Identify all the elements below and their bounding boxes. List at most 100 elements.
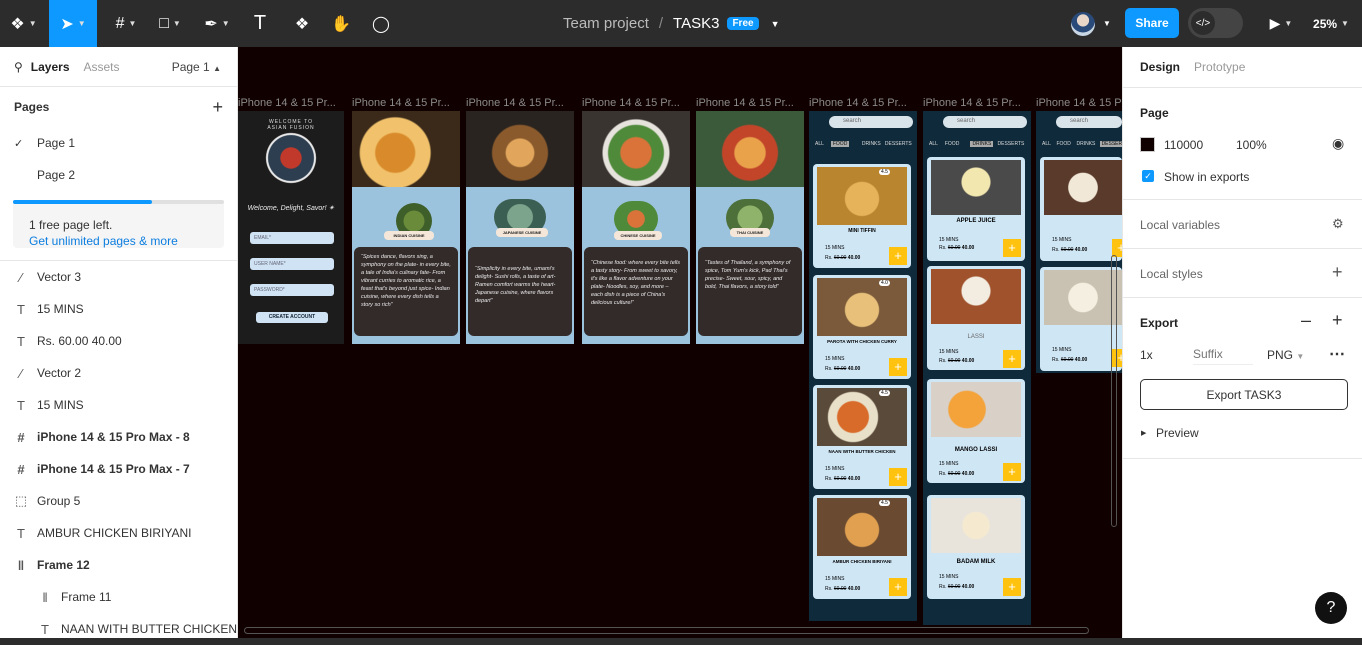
- help-button[interactable]: ?: [1315, 592, 1347, 624]
- upgrade-link[interactable]: Get unlimited pages & more: [29, 234, 178, 248]
- frame-label[interactable]: iPhone 14 & 15 Pr...: [696, 97, 804, 109]
- username-field[interactable]: USER NAME*: [250, 258, 334, 270]
- tab-desserts[interactable]: DESSERTS: [885, 141, 912, 147]
- layer-row[interactable]: ‖ Frame 12: [0, 549, 238, 581]
- tab-all[interactable]: ALL: [1042, 141, 1051, 147]
- figma-menu-button[interactable]: ❖ ▼: [0, 0, 47, 47]
- tab-drinks[interactable]: DRINKS: [970, 141, 994, 147]
- frame-label[interactable]: iPhone 14 & 15 Pr...: [809, 97, 917, 109]
- food-card[interactable]: 4.5 MINI TIFFIN 15 MINS Rs. 60.00 40.00 …: [813, 164, 911, 268]
- export-format-select[interactable]: PNG ▼: [1267, 348, 1304, 362]
- indian-cuisine-frame[interactable]: INDIAN CUISINE “Spices dance, flavors si…: [352, 111, 460, 344]
- frame-label[interactable]: iPhone 14 & 15 Pr...: [466, 97, 574, 109]
- password-field[interactable]: PASSWORD*: [250, 284, 334, 296]
- background-hex[interactable]: 110000: [1164, 138, 1203, 152]
- search-input[interactable]: search: [943, 116, 1027, 128]
- shape-tool-button[interactable]: □ ▼: [150, 0, 190, 47]
- zoom-menu[interactable]: 25% ▼: [1308, 0, 1354, 47]
- tab-design[interactable]: Design: [1140, 60, 1180, 74]
- page-item-2[interactable]: Page 2: [0, 159, 237, 191]
- background-opacity[interactable]: 100%: [1236, 138, 1267, 152]
- tab-prototype[interactable]: Prototype: [1194, 60, 1245, 74]
- chinese-cuisine-frame[interactable]: CHINESE CUISINE “Chinese food: where eve…: [582, 111, 690, 344]
- chevron-down-icon[interactable]: ▼: [771, 19, 780, 29]
- tab-assets[interactable]: Assets: [84, 60, 120, 74]
- drink-card[interactable]: MANGO LASSI 15 MINS Rs. 60.00 40.00 +: [927, 379, 1025, 483]
- layer-row[interactable]: ∕ Vector 3: [0, 261, 238, 293]
- tab-food[interactable]: FOOD: [1056, 141, 1070, 147]
- layer-row[interactable]: # iPhone 14 & 15 Pro Max - 8: [0, 421, 238, 453]
- add-to-cart-button[interactable]: +: [1003, 578, 1021, 596]
- add-page-icon[interactable]: +: [212, 97, 223, 118]
- layer-row[interactable]: T 15 MINS: [0, 389, 238, 421]
- add-to-cart-button[interactable]: +: [889, 578, 907, 596]
- add-to-cart-button[interactable]: +: [1003, 239, 1021, 257]
- canvas-horizontal-scrollbar[interactable]: [244, 627, 1089, 634]
- team-project-link[interactable]: Team project: [563, 15, 649, 32]
- frame-label[interactable]: iPhone 14 & 15 Pr...: [238, 97, 342, 109]
- layer-row[interactable]: ∕ Vector 2: [0, 357, 238, 389]
- add-style-icon[interactable]: +: [1332, 262, 1343, 283]
- food-menu-frame[interactable]: search ALL FOOD DRINKS DESSERTS 4.5 MINI…: [809, 111, 917, 621]
- tab-food[interactable]: FOOD: [945, 141, 959, 147]
- add-to-cart-button[interactable]: +: [889, 468, 907, 486]
- drinks-menu-frame[interactable]: search ALL FOOD DRINKS DESSERTS APPLE JU…: [923, 111, 1031, 625]
- add-to-cart-button[interactable]: +: [1003, 463, 1021, 481]
- preview-toggle[interactable]: Preview: [1156, 426, 1199, 440]
- layer-row[interactable]: T AMBUR CHICKEN BIRIYANI: [0, 517, 238, 549]
- checkbox-checked-icon[interactable]: ✓: [1142, 170, 1154, 182]
- resources-button[interactable]: ❖: [287, 0, 317, 47]
- search-input[interactable]: search: [829, 116, 913, 128]
- thai-cuisine-frame[interactable]: THAI CUISINE “Tastes of Thailand, a symp…: [696, 111, 804, 344]
- export-suffix-input[interactable]: [1193, 343, 1253, 365]
- frame-label[interactable]: iPhone 14 & 15 Pr...: [582, 97, 690, 109]
- drink-card[interactable]: APPLE JUICE 15 MINS Rs. 60.00 40.00 +: [927, 157, 1025, 261]
- add-to-cart-button[interactable]: +: [1003, 350, 1021, 368]
- export-scale[interactable]: 1x: [1140, 348, 1153, 362]
- present-button[interactable]: ▶ ▼: [1262, 0, 1300, 47]
- create-account-button[interactable]: CREATE ACCOUNT: [256, 312, 328, 323]
- layer-row[interactable]: # iPhone 14 & 15 Pro Max - 7: [0, 453, 238, 485]
- layer-row[interactable]: T NAAN WITH BUTTER CHICKEN: [0, 613, 238, 645]
- local-styles-section[interactable]: Local styles +: [1123, 249, 1362, 298]
- layer-row[interactable]: ⬚ Group 5: [0, 485, 238, 517]
- comment-tool-button[interactable]: ◯: [366, 0, 396, 47]
- plan-badge[interactable]: Free: [727, 17, 759, 30]
- dev-mode-toggle[interactable]: </>: [1188, 8, 1243, 38]
- eye-icon[interactable]: ◉: [1332, 135, 1344, 152]
- more-options-icon[interactable]: ⋯: [1329, 344, 1345, 364]
- dessert-card[interactable]: 15 MINS Rs. 60.00 40.00 +: [1040, 267, 1122, 371]
- frame-label[interactable]: iPhone 14 & 15 Pr...: [923, 97, 1031, 109]
- page-selector[interactable]: Page 1 ▲: [172, 60, 221, 74]
- move-tool-button[interactable]: ➤ ▼: [49, 0, 97, 47]
- food-card[interactable]: 4.5 NAAN WITH BUTTER CHICKEN 15 MINS Rs.…: [813, 385, 911, 489]
- tab-food[interactable]: FOOD: [830, 141, 850, 147]
- japanese-cuisine-frame[interactable]: JAPANESE CUISINE “Simplicity in every bi…: [466, 111, 574, 344]
- layer-row[interactable]: ‖ Frame 11: [0, 581, 238, 613]
- food-card[interactable]: 4.5 AMBUR CHICKEN BIRIYANI 15 MINS Rs. 6…: [813, 495, 911, 599]
- tab-desserts[interactable]: DESSERTS: [998, 141, 1025, 147]
- tab-desserts[interactable]: DESSERTS: [1099, 141, 1122, 147]
- pen-tool-button[interactable]: ✒ ▼: [196, 0, 238, 47]
- local-variables-section[interactable]: Local variables ⚙: [1123, 200, 1362, 249]
- drink-card[interactable]: LASSI 15 MINS Rs. 60.00 40.00 +: [927, 266, 1025, 370]
- desserts-menu-frame[interactable]: search ALL FOOD DRINKS DESSERTS 15 MINS …: [1036, 111, 1122, 373]
- user-avatar[interactable]: [1071, 12, 1095, 36]
- tab-all[interactable]: ALL: [929, 141, 938, 147]
- food-card[interactable]: 4.0 PAROTA WITH CHICKEN CURRY 15 MINS Rs…: [813, 275, 911, 379]
- caret-right-icon[interactable]: ▶: [1141, 429, 1146, 437]
- add-to-cart-button[interactable]: +: [889, 358, 907, 376]
- layer-row[interactable]: T Rs. 60.00 40.00: [0, 325, 238, 357]
- add-to-cart-button[interactable]: +: [889, 247, 907, 265]
- search-icon[interactable]: ⚲: [14, 60, 23, 74]
- frame-label[interactable]: iPhone 14 & 15 Pr...: [352, 97, 460, 109]
- remove-export-icon[interactable]: –: [1301, 310, 1311, 331]
- frame-label[interactable]: iPhone 14 & 15 Pr...: [1036, 97, 1122, 109]
- drink-card[interactable]: BADAM MILK 15 MINS Rs. 60.00 40.00 +: [927, 495, 1025, 599]
- design-canvas[interactable]: iPhone 14 & 15 Pr... iPhone 14 & 15 Pr..…: [238, 47, 1122, 638]
- file-name[interactable]: TASK3: [673, 15, 719, 32]
- canvas-vertical-scrollbar[interactable]: [1111, 255, 1117, 527]
- text-tool-button[interactable]: T: [245, 0, 275, 47]
- hand-tool-button[interactable]: ✋: [326, 0, 356, 47]
- export-button[interactable]: Export TASK3: [1140, 379, 1348, 410]
